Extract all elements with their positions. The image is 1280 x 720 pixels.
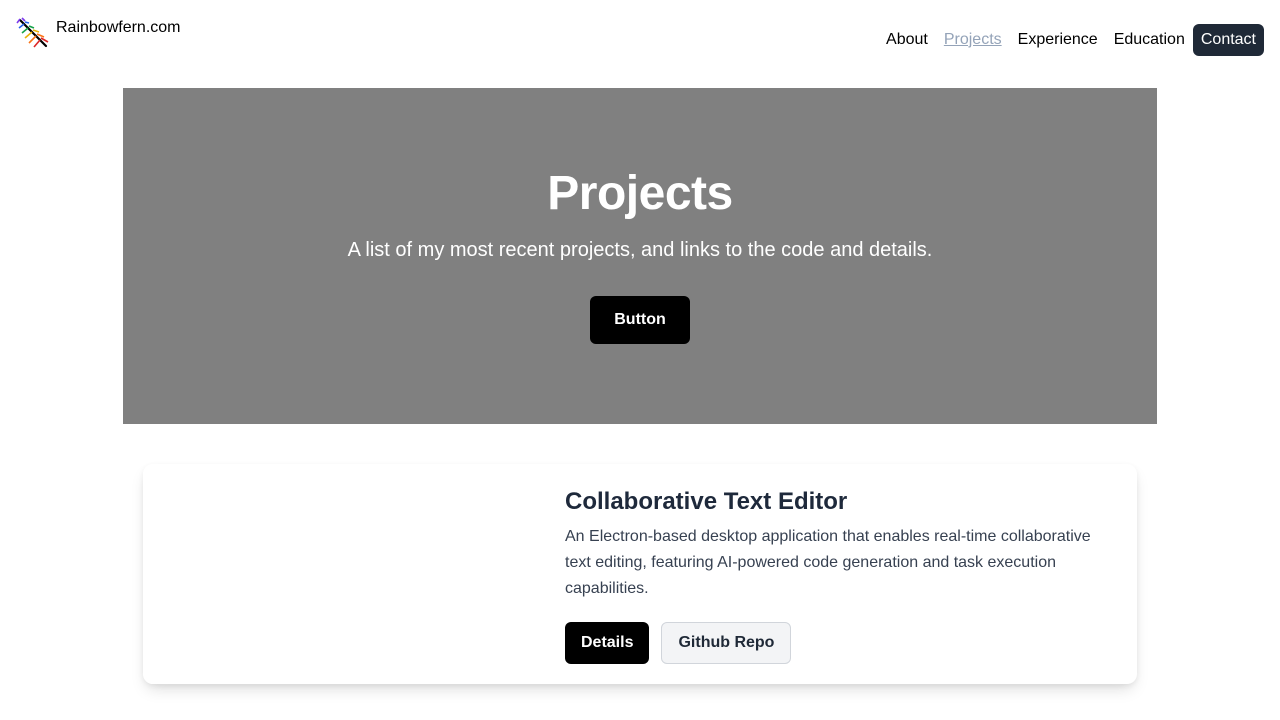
rainbow-fern-logo-icon [16, 17, 49, 48]
project-actions: Details Github Repo [565, 622, 792, 664]
page-subtitle: A list of my most recent projects, and l… [347, 239, 933, 261]
project-description: An Electron-based desktop application th… [565, 528, 1091, 597]
nav-link-projects[interactable]: Projects [936, 24, 1010, 56]
nav-links: About Projects Experience Education Cont… [878, 24, 1264, 56]
page-title: Projects [547, 167, 733, 220]
hero-button[interactable]: Button [590, 296, 690, 344]
brand-link[interactable]: Rainbowfern.com [16, 16, 181, 50]
nav-link-experience[interactable]: Experience [1010, 24, 1106, 56]
nav-link-education[interactable]: Education [1106, 24, 1193, 56]
contact-button[interactable]: Contact [1192, 24, 1264, 56]
brand-name: Rainbowfern.com [56, 19, 181, 36]
nav-link-about[interactable]: About [878, 24, 936, 56]
project-card: Collaborative Text Editor An Electron-ba… [143, 464, 1137, 684]
project-title: Collaborative Text Editor [565, 488, 848, 515]
navbar: Rainbowfern.com About Projects Experienc… [0, 0, 1280, 80]
details-button[interactable]: Details [565, 622, 650, 664]
github-repo-button[interactable]: Github Repo [661, 622, 792, 664]
project-image [143, 464, 545, 684]
hero-banner: Projects A list of my most recent projec… [123, 88, 1157, 424]
